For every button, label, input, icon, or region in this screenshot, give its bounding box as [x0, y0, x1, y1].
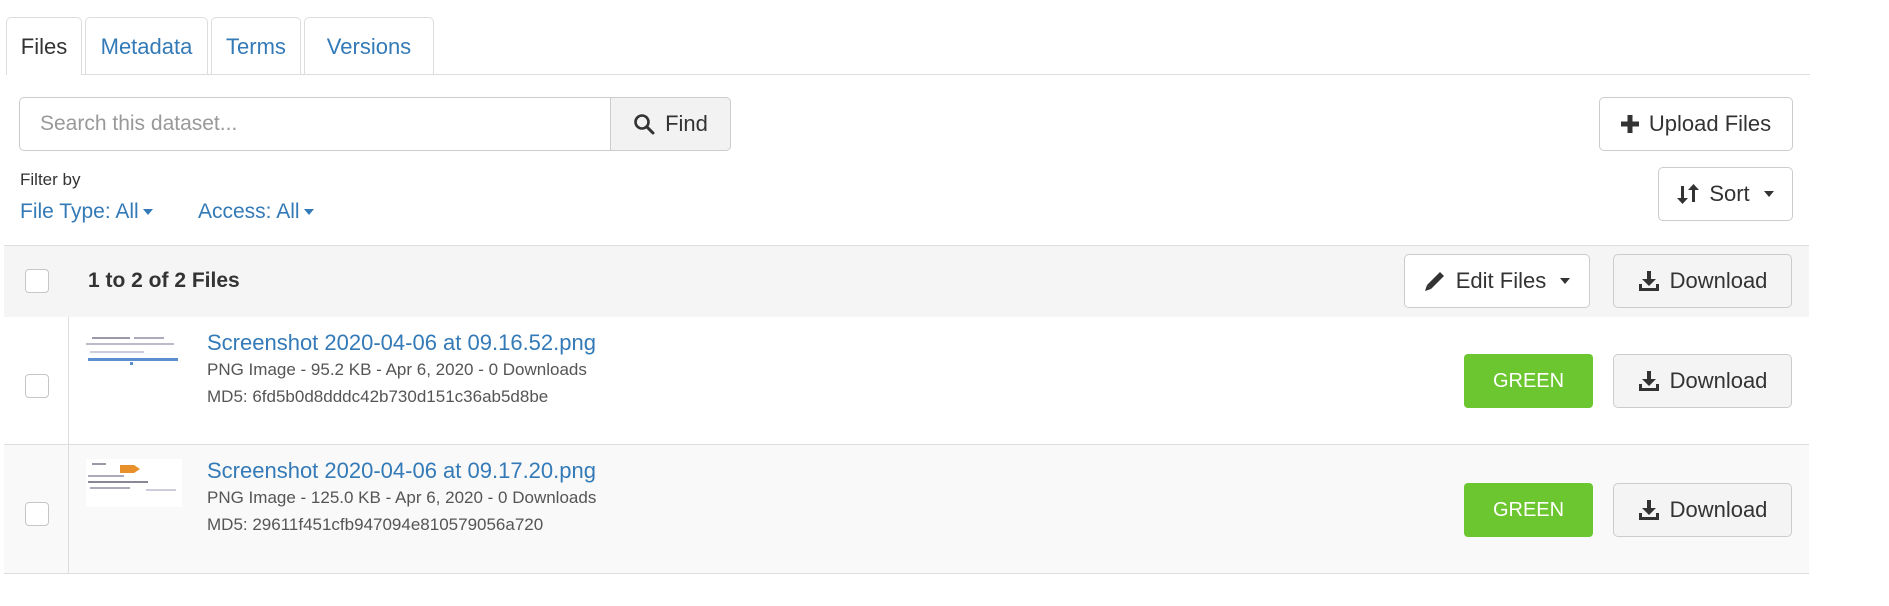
tab-files-label: Files	[20, 34, 68, 59]
download-all-button[interactable]: Download	[1613, 254, 1792, 308]
tab-metadata-label: Metadata	[100, 34, 193, 59]
chevron-down-icon	[1560, 278, 1571, 284]
file-type-filter-label: File Type: All	[20, 200, 139, 223]
tab-versions-label: Versions	[326, 34, 412, 59]
download-button-label: Download	[1669, 497, 1768, 522]
tab-terms-label: Terms	[226, 34, 286, 59]
row-checkbox[interactable]	[25, 502, 49, 526]
row-checkbox[interactable]	[25, 374, 49, 398]
file-md5: MD5: 6fd5b0d8dddc42b730d151c36ab5d8be	[207, 387, 549, 406]
download-button[interactable]: Download	[1613, 483, 1792, 537]
file-count-label: 1 to 2 of 2 Files	[88, 269, 240, 292]
chevron-down-icon	[1763, 191, 1774, 197]
upload-files-button[interactable]: Upload Files	[1599, 97, 1793, 151]
file-name-link[interactable]: Screenshot 2020-04-06 at 09.17.20.png	[207, 458, 596, 484]
download-button-label: Download	[1669, 368, 1768, 393]
find-button-label: Find	[665, 111, 708, 136]
chevron-down-icon	[142, 209, 153, 216]
row-divider	[68, 317, 69, 444]
download-button[interactable]: Download	[1613, 354, 1792, 408]
file-thumbnail[interactable]	[86, 459, 182, 507]
file-type-filter[interactable]: File Type: All	[20, 200, 153, 224]
dataset-tabs: Files Metadata Terms Versions	[6, 17, 1810, 75]
tab-versions[interactable]: Versions	[304, 17, 434, 74]
file-md5: MD5: 29611f451cfb947094e810579056a720	[207, 515, 544, 534]
tab-metadata[interactable]: Metadata	[85, 17, 208, 74]
search-icon	[634, 114, 655, 135]
file-name-link[interactable]: Screenshot 2020-04-06 at 09.16.52.png	[207, 330, 596, 356]
download-icon	[1638, 371, 1659, 391]
plus-icon	[1620, 115, 1639, 133]
sort-button[interactable]: Sort	[1658, 167, 1793, 221]
sort-label: Sort	[1709, 181, 1750, 206]
download-icon	[1638, 500, 1659, 520]
status-badge: GREEN	[1464, 483, 1593, 537]
table-row: Screenshot 2020-04-06 at 09.17.20.png PN…	[4, 445, 1809, 574]
status-badge: GREEN	[1464, 354, 1593, 408]
access-filter[interactable]: Access: All	[198, 200, 314, 224]
search-input[interactable]	[19, 97, 611, 151]
upload-files-label: Upload Files	[1648, 111, 1772, 136]
select-all-checkbox[interactable]	[25, 269, 49, 293]
download-all-label: Download	[1669, 268, 1768, 293]
file-info: PNG Image - 95.2 KB - Apr 6, 2020 - 0 Do…	[207, 360, 587, 379]
file-thumbnail-image	[86, 337, 178, 365]
chevron-down-icon	[303, 209, 314, 216]
edit-files-label: Edit Files	[1455, 268, 1547, 293]
edit-files-button[interactable]: Edit Files	[1404, 254, 1590, 308]
row-divider	[68, 445, 69, 573]
file-info: PNG Image - 125.0 KB - Apr 6, 2020 - 0 D…	[207, 488, 597, 507]
tab-terms[interactable]: Terms	[211, 17, 301, 74]
find-button[interactable]: Find	[610, 97, 731, 151]
tab-files[interactable]: Files	[6, 17, 82, 75]
pencil-icon	[1424, 272, 1444, 291]
file-thumbnail-image	[88, 463, 176, 491]
table-row: Screenshot 2020-04-06 at 09.16.52.png PN…	[4, 317, 1809, 445]
sort-icon	[1677, 184, 1700, 204]
download-icon	[1638, 271, 1659, 291]
file-thumbnail[interactable]	[86, 331, 182, 379]
files-table-header: 1 to 2 of 2 Files Edit Files Download	[4, 245, 1809, 318]
filter-by-label: Filter by	[20, 170, 81, 189]
access-filter-label: Access: All	[198, 200, 300, 223]
